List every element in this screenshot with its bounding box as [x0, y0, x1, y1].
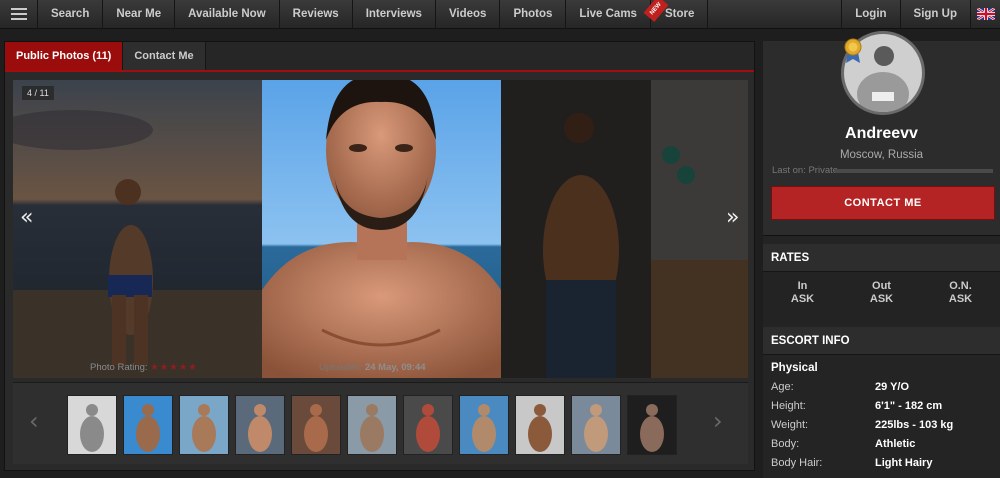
signup-link[interactable]: Sign Up — [899, 0, 970, 29]
rate-overnight-label: O.N. — [949, 280, 972, 292]
info-value: 6'1" - 182 cm — [875, 400, 943, 412]
thumbnail-8[interactable] — [459, 395, 509, 455]
login-link[interactable]: Login — [841, 0, 899, 29]
nav-available-now[interactable]: Available Now — [175, 0, 280, 29]
info-row: Body: Athletic — [763, 435, 1000, 454]
nav-near-me[interactable]: Near Me — [103, 0, 176, 29]
nav-videos[interactable]: Videos — [436, 0, 501, 29]
rate-out: Out ASK — [842, 272, 921, 324]
info-row: Height: 6'1" - 182 cm — [763, 397, 1000, 416]
rate-in-value: ASK — [790, 293, 815, 305]
thumbs-next-arrow[interactable]: › — [713, 407, 723, 435]
info-row: Body Hair: Light Hairy — [763, 454, 1000, 473]
photo-previous[interactable] — [13, 80, 262, 378]
nav-search[interactable]: Search — [38, 0, 104, 29]
thumbnail-list — [67, 395, 677, 455]
info-key: Age: — [771, 381, 794, 393]
info-key: Body: — [771, 438, 800, 450]
next-photo-arrow[interactable]: » — [726, 205, 739, 230]
nav-live-cams[interactable]: Live Cams — [566, 0, 651, 29]
nav-interviews[interactable]: Interviews — [353, 0, 436, 29]
upload-date: Uploaded: 24 May, 09:44 — [319, 362, 426, 373]
thumbnail-4[interactable] — [235, 395, 285, 455]
last-on-bar — [835, 169, 993, 173]
photo-next[interactable] — [501, 80, 748, 378]
gallery-panel: Public Photos (11) Contact Me 4 / 11 « »… — [4, 41, 755, 471]
physical-title: Physical — [771, 362, 818, 374]
thumbs-prev-arrow[interactable]: ‹ — [29, 407, 39, 435]
info-value: 29 Y/O — [875, 381, 910, 393]
profile-name: Andreevv — [845, 125, 918, 142]
thumbnail-3[interactable] — [179, 395, 229, 455]
photo-rating-label: Photo Rating: — [90, 362, 148, 373]
photo-slider: 4 / 11 « » Photo Rating: ★★★★★ Uploaded:… — [13, 80, 748, 378]
profile-location: Moscow, Russia — [839, 149, 924, 161]
last-on: Last on: Private — [772, 165, 838, 176]
gallery-tabs: Public Photos (11) Contact Me — [5, 42, 754, 72]
info-row: Age: 29 Y/O — [763, 378, 1000, 397]
nav-photos[interactable]: Photos — [500, 0, 567, 29]
photo-rating: Photo Rating: ★★★★★ — [90, 362, 198, 373]
last-on-value: Private — [808, 165, 839, 176]
thumbnail-2[interactable] — [123, 395, 173, 455]
nav-store[interactable]: NEW Store — [643, 0, 709, 29]
nav-reviews[interactable]: Reviews — [280, 0, 353, 29]
escort-info: Physical Age: 29 Y/O Height: 6'1" - 182 … — [763, 359, 1000, 473]
info-key: Body Hair: — [771, 457, 823, 469]
top-navigation: Search Near Me Available Now Reviews Int… — [0, 0, 1000, 29]
escort-info-header: ESCORT INFO — [763, 327, 1000, 355]
thumbnail-9[interactable] — [515, 395, 565, 455]
photo-counter: 4 / 11 — [22, 86, 54, 100]
menu-icon[interactable] — [0, 0, 38, 29]
rate-in: In ASK — [763, 272, 842, 324]
last-on-label: Last on: — [772, 165, 806, 176]
profile-sidebar: Andreevv Moscow, Russia Last on: Private… — [763, 31, 1000, 478]
upload-value: 24 May, 09:44 — [364, 362, 426, 373]
rates-table: In ASK Out ASK O.N. ASK — [763, 272, 1000, 324]
rate-out-value: ASK — [869, 293, 894, 305]
upload-label: Uploaded: — [319, 362, 363, 373]
prev-photo-arrow[interactable]: « — [20, 205, 33, 230]
tab-public-photos[interactable]: Public Photos (11) — [5, 42, 124, 70]
rating-stars[interactable]: ★★★★★ — [150, 362, 198, 373]
rate-overnight: O.N. ASK — [921, 272, 1000, 324]
thumbnail-strip: ‹ › — [13, 382, 748, 464]
verified-badge-icon — [843, 38, 863, 64]
info-key: Height: — [771, 400, 806, 412]
thumbnail-10[interactable] — [571, 395, 621, 455]
rate-out-label: Out — [872, 280, 891, 292]
tab-contact-me[interactable]: Contact Me — [123, 42, 206, 70]
thumbnail-6[interactable] — [347, 395, 397, 455]
photo-current[interactable] — [262, 80, 501, 378]
info-value: 225lbs - 103 kg — [875, 419, 954, 431]
contact-me-button[interactable]: CONTACT ME — [771, 186, 995, 220]
info-value: Light Hairy — [875, 457, 933, 469]
uk-flag-icon[interactable] — [970, 0, 1000, 29]
thumbnail-11[interactable] — [627, 395, 677, 455]
info-row: Weight: 225lbs - 103 kg — [763, 416, 1000, 435]
info-key: Weight: — [771, 419, 809, 431]
thumbnail-5[interactable] — [291, 395, 341, 455]
rate-overnight-value: ASK — [948, 293, 973, 305]
thumbnail-7[interactable] — [403, 395, 453, 455]
nav-store-label: Store — [664, 7, 695, 20]
info-value: Athletic — [875, 438, 916, 450]
thumbnail-1[interactable] — [67, 395, 117, 455]
rate-in-label: In — [797, 280, 808, 292]
rates-header: RATES — [763, 244, 1000, 272]
profile-card: Andreevv Moscow, Russia Last on: Private… — [763, 31, 1000, 236]
